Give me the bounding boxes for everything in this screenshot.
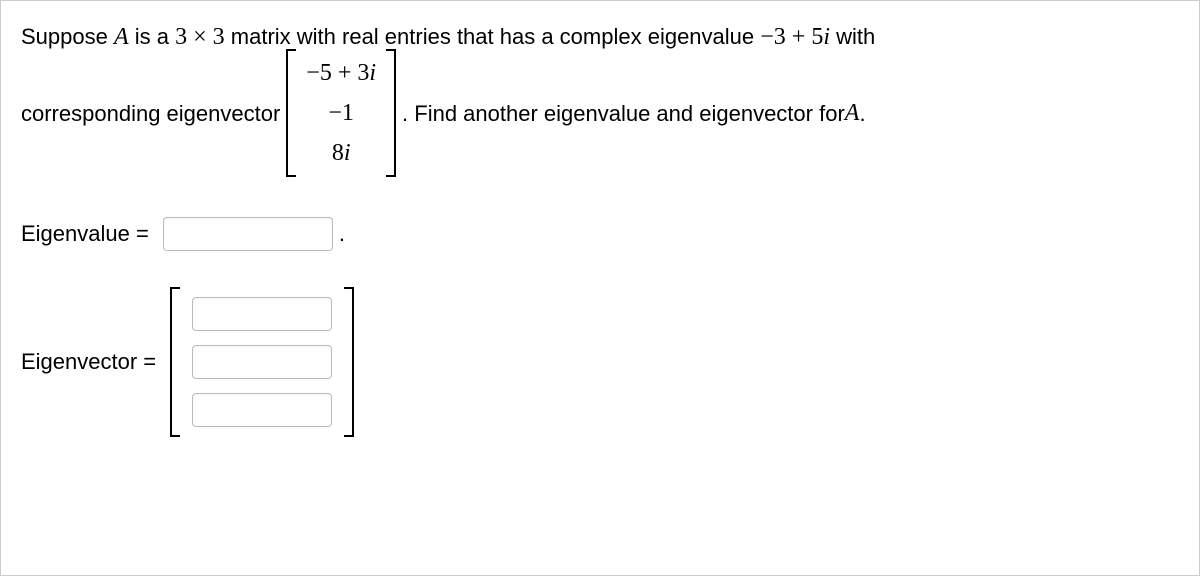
eigenvalue-label: Eigenvalue = [21, 221, 149, 247]
text-period: . [859, 97, 865, 130]
entry3-i: i [344, 140, 351, 166]
text-suppose: Suppose [21, 24, 114, 49]
eigenvector-label: Eigenvector = [21, 349, 156, 375]
problem-container: Suppose A is a 3 × 3 matrix with real en… [0, 0, 1200, 576]
bracket-right-icon [386, 49, 396, 177]
imaginary-i-1: i [823, 24, 830, 50]
eigenvector-input-vector [170, 287, 354, 437]
eigenvector-input-1[interactable] [192, 297, 332, 331]
eigenvector-input-2[interactable] [192, 345, 332, 379]
text-corresponding: corresponding eigenvector [21, 97, 280, 130]
eigenvalue-period: . [339, 221, 345, 247]
eigenvalue-row: Eigenvalue = . [21, 217, 1179, 251]
problem-statement: Suppose A is a 3 × 3 matrix with real en… [21, 19, 1179, 177]
entry1-real: −5 + 3 [306, 60, 369, 86]
entry3-real: 8 [332, 140, 344, 166]
bracket-right-icon [344, 287, 354, 437]
vector-entry-3: 8i [306, 133, 376, 173]
eigenvector-input-3[interactable] [192, 393, 332, 427]
given-eigenvector: −5 + 3i −1 8i [286, 49, 396, 177]
entry1-i: i [369, 60, 376, 86]
vector-entry-1: −5 + 3i [306, 53, 376, 93]
vector-entry-2: −1 [306, 93, 376, 133]
bracket-left-icon [170, 287, 180, 437]
answer-section: Eigenvalue = . Eigenvector = [21, 217, 1179, 437]
matrix-A: A [114, 24, 129, 50]
text-is-a: is a [129, 24, 175, 49]
text-find-another: . Find another eigenvalue and eigenvecto… [402, 97, 845, 130]
eigenvector-row: Eigenvector = [21, 287, 1179, 437]
bracket-left-icon [286, 49, 296, 177]
text-with: with [830, 24, 875, 49]
problem-line-2: corresponding eigenvector −5 + 3i −1 8i [21, 49, 1179, 177]
entry2-val: −1 [328, 100, 354, 126]
eigenvalue-given: −3 + 5 [760, 24, 823, 50]
matrix-dim: 3 × 3 [175, 24, 225, 50]
text-matrix-with: matrix with real entries that has a comp… [225, 24, 761, 49]
eigenvector-input-entries [180, 287, 344, 437]
vector-entries: −5 + 3i −1 8i [296, 49, 386, 177]
eigenvalue-input[interactable] [163, 217, 333, 251]
matrix-A-2: A [845, 95, 860, 131]
